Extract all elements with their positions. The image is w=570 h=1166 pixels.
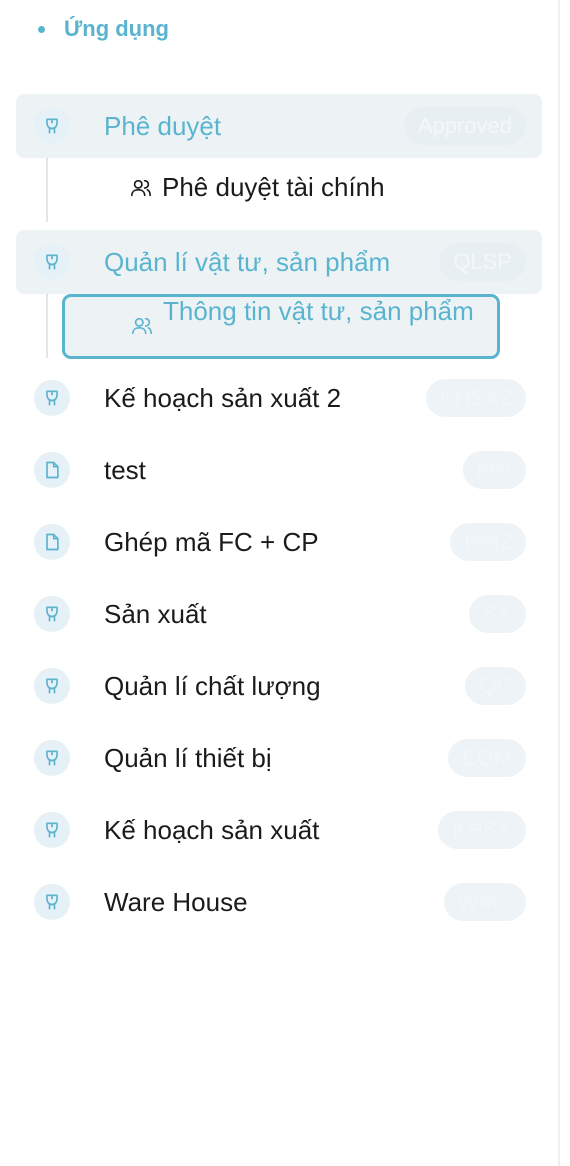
app-item-ke-hoach-san-xuat-2[interactable]: Kế hoạch sản xuất 2 KHSX2 xyxy=(16,366,542,430)
app-item-quan-li-vat-tu[interactable]: Quản lí vật tư, sản phẩm QLSP xyxy=(16,230,542,294)
gift-icon xyxy=(34,244,70,280)
app-item-label: Kế hoạch sản xuất 2 xyxy=(104,383,342,413)
app-sidebar: Ứng dụng Phê duyệt Approved Phê duyệt tà… xyxy=(0,0,560,1166)
app-item-label: Quản lí chất lượng xyxy=(104,671,321,701)
tree-line xyxy=(46,158,48,222)
gift-icon xyxy=(34,108,70,144)
app-item-label: Phê duyệt xyxy=(104,111,222,141)
app-item-label: Quản lí vật tư, sản phẩm xyxy=(104,247,391,277)
bullet-dot xyxy=(38,25,45,33)
gift-icon xyxy=(34,884,70,920)
app-code-badge: KHSX2 xyxy=(425,379,526,417)
app-item-ware-house[interactable]: Ware House WMS xyxy=(16,870,542,934)
app-code-badge: QC xyxy=(465,667,526,705)
app-item-phe-duyet[interactable]: Phê duyệt Approved xyxy=(16,94,542,158)
app-item-ke-hoach-san-xuat[interactable]: Kế hoạch sản xuất KHSX xyxy=(16,798,542,862)
sub-item-phe-duyet-tai-chinh[interactable]: Phê duyệt tài chính xyxy=(130,172,385,203)
app-item-quan-li-chat-luong[interactable]: Quản lí chất lượng QC xyxy=(16,654,542,718)
app-code-badge: EQM xyxy=(447,739,526,777)
app-item-label: Quản lí thiết bị xyxy=(104,743,272,773)
file-icon xyxy=(34,524,70,560)
sub-item-label: Thông tin vật tư, sản phẩm xyxy=(163,296,474,326)
app-item-san-xuat[interactable]: Sản xuất SX xyxy=(16,582,542,646)
app-item-label: Ghép mã FC + CP xyxy=(104,527,319,557)
app-item-label: Kế hoạch sản xuất xyxy=(104,815,320,845)
app-item-test[interactable]: test test xyxy=(16,438,542,502)
sub-item-thong-tin-vat-tu[interactable]: Thông tin vật tư, sản phẩm xyxy=(62,294,500,359)
section-header: Ứng dụng xyxy=(38,16,169,42)
section-title: Ứng dụng xyxy=(64,16,169,41)
gift-icon xyxy=(34,812,70,848)
app-item-ghep-ma[interactable]: Ghép mã FC + CP test2 xyxy=(16,510,542,574)
gift-icon xyxy=(34,380,70,416)
gift-icon xyxy=(34,740,70,776)
app-item-quan-li-thiet-bi[interactable]: Quản lí thiết bị EQM xyxy=(16,726,542,790)
app-code-badge: Approved xyxy=(403,107,526,145)
users-icon xyxy=(130,176,154,200)
gift-icon xyxy=(34,596,70,632)
file-icon xyxy=(34,452,70,488)
app-code-badge: test xyxy=(462,451,526,489)
app-item-label: Ware House xyxy=(104,887,248,917)
app-code-badge: WMS xyxy=(444,883,526,921)
app-code-badge: KHSX xyxy=(438,811,526,849)
app-item-label: test xyxy=(104,455,146,485)
app-code-badge: QLSP xyxy=(439,243,526,281)
sub-item-label: Phê duyệt tài chính xyxy=(162,172,385,202)
app-item-label: Sản xuất xyxy=(104,599,207,629)
users-icon xyxy=(131,314,155,338)
app-code-badge: test2 xyxy=(450,523,526,561)
gift-icon xyxy=(34,668,70,704)
tree-line xyxy=(46,294,48,358)
app-code-badge: SX xyxy=(468,595,526,633)
